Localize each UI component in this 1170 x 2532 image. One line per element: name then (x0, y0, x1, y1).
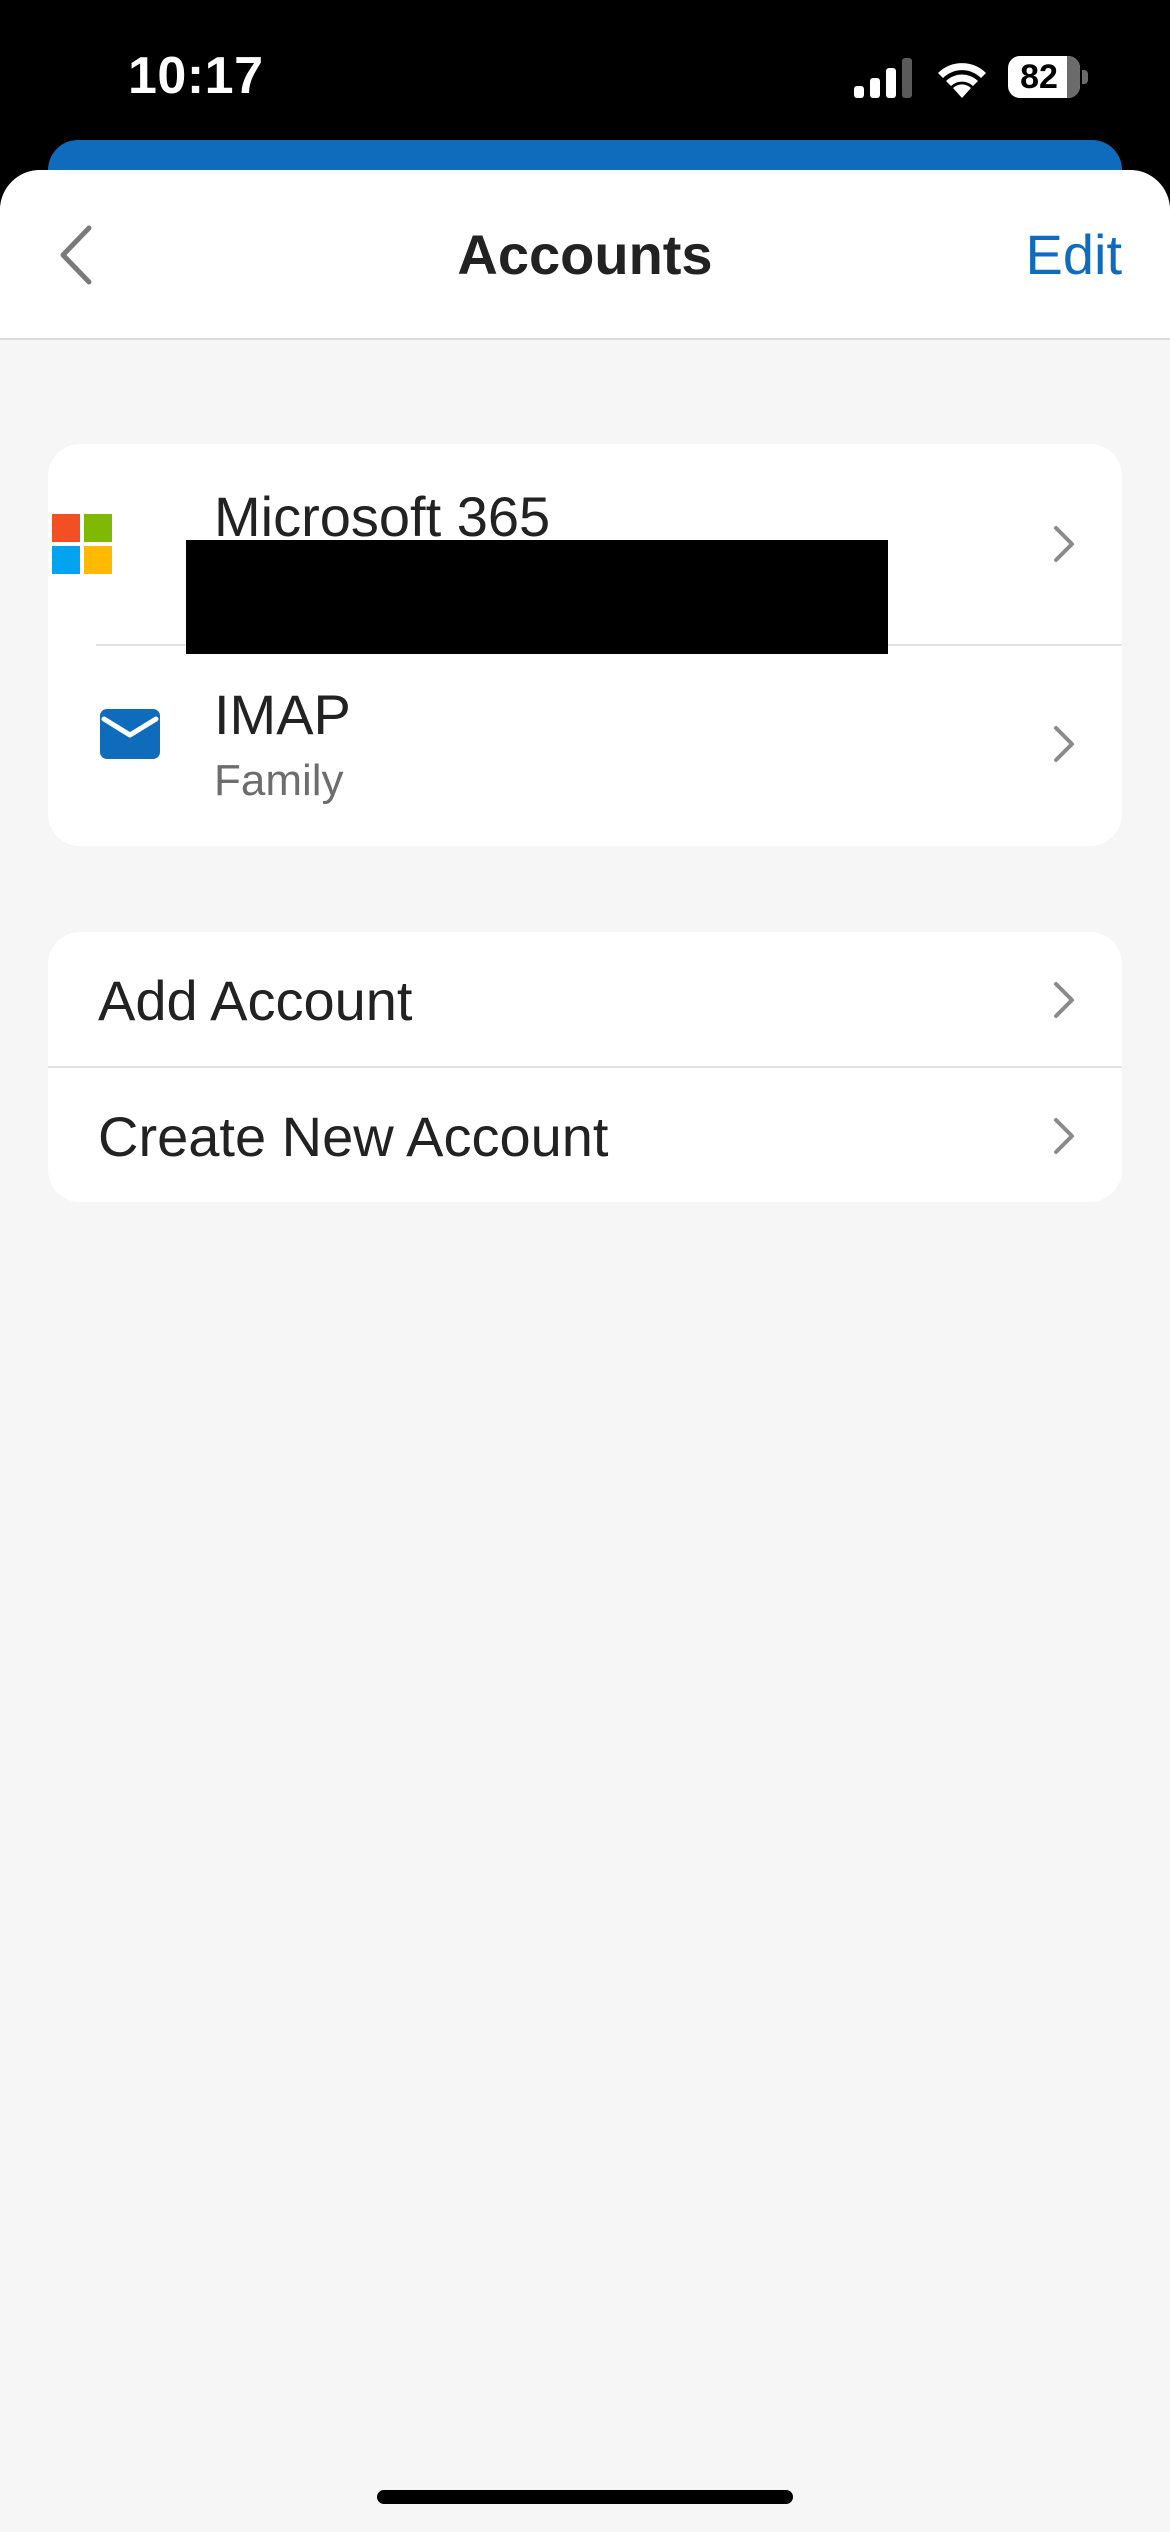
navigation-bar: Accounts Edit (0, 170, 1170, 340)
chevron-left-icon (60, 225, 92, 285)
home-indicator[interactable] (377, 2490, 793, 2504)
redaction-block (186, 540, 888, 654)
mail-icon (100, 709, 160, 759)
back-button[interactable] (40, 210, 110, 300)
account-actions-list: Add Account Create New Account (48, 932, 1122, 1202)
account-row-imap[interactable]: IMAP Family (48, 644, 1122, 846)
chevron-right-icon (1054, 982, 1074, 1018)
battery-indicator: 82 (1008, 56, 1088, 98)
page-title: Accounts (457, 223, 713, 286)
account-subtitle: Family (214, 756, 344, 805)
chevron-right-icon (1054, 526, 1074, 562)
microsoft-logo-icon (52, 514, 112, 574)
chevron-right-icon (1054, 726, 1074, 762)
status-bar: 10:17 82 (0, 0, 1170, 150)
cellular-signal-icon (854, 58, 912, 98)
chevron-right-icon (1054, 1118, 1074, 1154)
battery-icon: 82 (1008, 56, 1080, 98)
create-new-account-button[interactable]: Create New Account (48, 1066, 1122, 1202)
status-time: 10:17 (128, 47, 264, 105)
add-account-button[interactable]: Add Account (48, 932, 1122, 1066)
create-new-account-label: Create New Account (98, 1105, 609, 1168)
wifi-icon (938, 63, 986, 98)
edit-button[interactable]: Edit (1026, 170, 1123, 340)
divider (48, 1066, 1122, 1068)
add-account-label: Add Account (98, 969, 413, 1032)
accounts-sheet: Accounts Edit Microsoft 365 IMAP Family … (0, 170, 1170, 2532)
battery-percent: 82 (1020, 58, 1058, 96)
account-title: IMAP (214, 683, 351, 746)
